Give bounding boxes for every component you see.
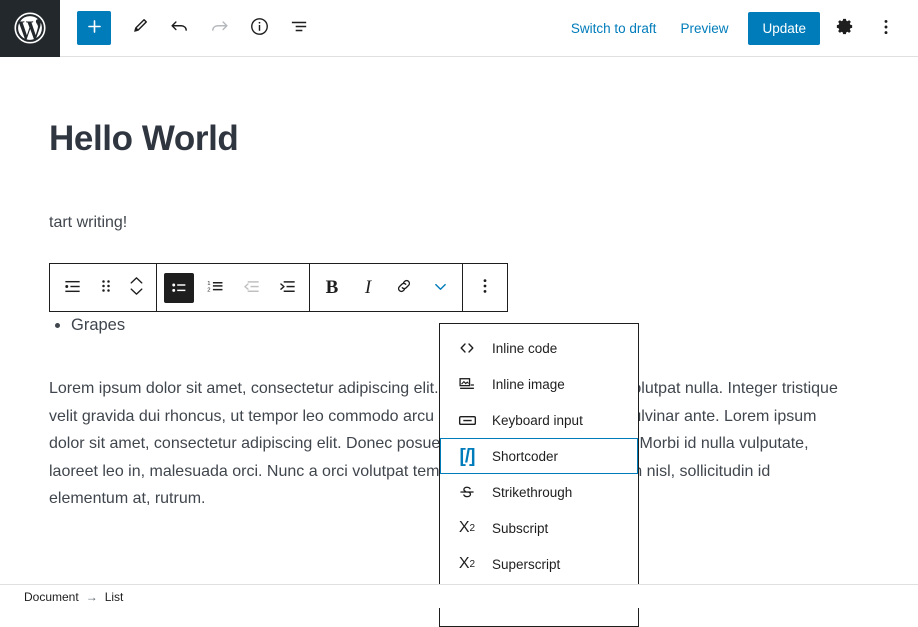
unordered-list-button[interactable]	[161, 264, 197, 311]
breadcrumb-item-list[interactable]: List	[105, 590, 124, 604]
block-toolbar-group-text-format: B I	[310, 264, 463, 311]
menu-item-inline-image[interactable]: Inline image	[440, 366, 638, 402]
menu-item-inline-code[interactable]: Inline code	[440, 330, 638, 366]
menu-item-label: Strikethrough	[492, 485, 572, 500]
inline-image-icon	[453, 374, 481, 394]
drag-dots-icon	[98, 276, 114, 299]
outdent-button[interactable]	[233, 264, 269, 311]
redo-arrow-icon	[209, 16, 230, 40]
undo-arrow-icon	[169, 16, 190, 40]
shortcode-brackets-icon: [/]	[453, 447, 481, 466]
editor-header: Switch to draft Preview Update	[0, 0, 918, 57]
redo-button[interactable]	[199, 8, 239, 48]
indent-button[interactable]	[269, 264, 305, 311]
pencil-icon	[130, 17, 149, 39]
editor-canvas: Hello World tart writing! Apple Orange G…	[0, 57, 918, 584]
list-block-icon	[62, 276, 83, 300]
bullet-list-icon	[164, 273, 194, 303]
more-rich-text-button[interactable]	[422, 264, 458, 311]
preview-button[interactable]: Preview	[668, 15, 740, 42]
details-button[interactable]	[239, 8, 279, 48]
more-options-button[interactable]	[868, 10, 904, 46]
link-button[interactable]	[386, 264, 422, 311]
menu-item-subscript[interactable]: X2 Subscript	[440, 510, 638, 546]
menu-item-label: Inline code	[492, 341, 557, 356]
menu-item-keyboard-input[interactable]: Keyboard input	[440, 402, 638, 438]
bold-button[interactable]: B	[314, 264, 350, 311]
breadcrumb-separator-icon: →	[86, 590, 98, 604]
block-toolbar-group-options	[463, 264, 507, 311]
vertical-dots-icon	[876, 17, 896, 40]
link-chain-icon	[394, 276, 414, 299]
header-right-toolbar: Switch to draft Preview Update	[559, 10, 918, 46]
chevron-down-icon	[431, 277, 450, 299]
strikethrough-s-icon	[453, 482, 481, 502]
breadcrumb-item-document[interactable]: Document	[24, 590, 79, 604]
svg-text:2: 2	[207, 287, 210, 293]
numbered-list-icon: 1 2	[205, 276, 226, 300]
italic-button[interactable]: I	[350, 264, 386, 311]
header-left-toolbar	[60, 8, 319, 48]
svg-text:1: 1	[207, 280, 210, 286]
ordered-list-button[interactable]: 1 2	[197, 264, 233, 311]
edit-mode-button[interactable]	[119, 8, 159, 48]
switch-to-draft-button[interactable]: Switch to draft	[559, 15, 669, 42]
keyboard-key-icon	[453, 410, 481, 431]
block-toolbar-group-block	[50, 264, 157, 311]
list-view-button[interactable]	[279, 8, 319, 48]
menu-item-label: Subscript	[492, 521, 548, 536]
outdent-icon	[241, 276, 262, 300]
superscript-x-icon: X2	[453, 555, 481, 573]
undo-button[interactable]	[159, 8, 199, 48]
indent-icon	[277, 276, 298, 300]
list-view-icon	[289, 16, 310, 40]
menu-item-strikethrough[interactable]: Strikethrough	[440, 474, 638, 510]
list-item[interactable]: Grapes	[71, 314, 126, 337]
info-circle-icon	[249, 16, 270, 40]
menu-item-label: Shortcoder	[492, 449, 558, 464]
start-writing-paragraph[interactable]: tart writing!	[49, 214, 127, 232]
italic-i-icon: I	[365, 277, 371, 299]
move-updown-icon[interactable]	[121, 264, 152, 311]
block-options-button[interactable]	[467, 264, 503, 311]
add-block-button[interactable]	[77, 11, 111, 45]
plus-icon	[86, 18, 103, 38]
menu-item-label: Keyboard input	[492, 413, 583, 428]
rich-text-format-menu: Inline code Inline image Keyboard in	[439, 323, 639, 627]
drag-handle-icon[interactable]	[90, 264, 121, 311]
wordpress-logo-icon[interactable]	[0, 0, 60, 57]
block-toolbar-group-list-format: 1 2	[157, 264, 310, 311]
bold-b-icon: B	[326, 277, 339, 299]
angle-brackets-icon	[453, 338, 481, 358]
block-type-list-icon[interactable]	[54, 264, 90, 311]
block-toolbar: 1 2	[49, 263, 508, 312]
settings-button[interactable]	[826, 10, 862, 46]
page-title[interactable]: Hello World	[49, 119, 238, 159]
vertical-dots-icon	[475, 276, 495, 299]
update-button[interactable]: Update	[748, 12, 820, 45]
gear-icon	[834, 16, 855, 40]
chevron-updown-icon	[128, 274, 145, 301]
menu-item-label: Inline image	[492, 377, 565, 392]
breadcrumb: Document → List	[0, 584, 918, 608]
menu-item-superscript[interactable]: X2 Superscript	[440, 546, 638, 582]
menu-item-shortcoder[interactable]: [/] Shortcoder	[440, 438, 638, 474]
menu-item-label: Superscript	[492, 557, 560, 572]
subscript-x-icon: X2	[453, 519, 481, 537]
